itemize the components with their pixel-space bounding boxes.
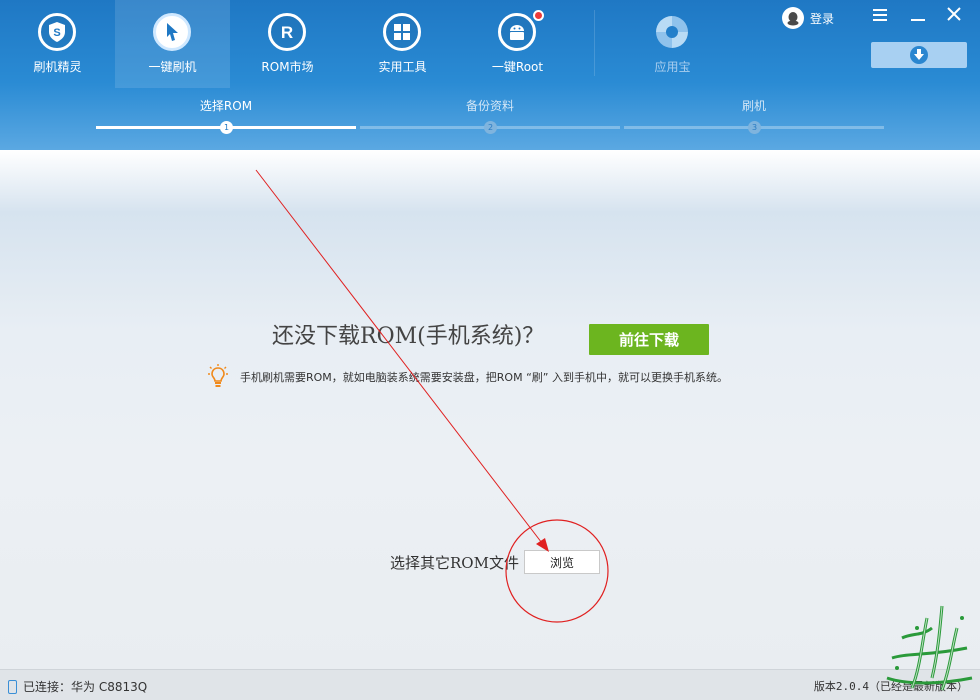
tip-text: 手机刷机需要ROM，就如电脑装系统需要安装盘，把ROM “刷” 入到手机中，就可… [240, 371, 728, 384]
nav-item-shuajijingling[interactable]: S 刷机精灵 [0, 0, 115, 88]
app-label: 应用宝 [654, 60, 691, 74]
main-content [0, 150, 980, 669]
step-label: 选择ROM [199, 99, 253, 113]
phone-icon [8, 679, 17, 694]
progress-steps: 选择ROM 1 备份资料 2 刷机 3 [96, 95, 884, 135]
login-label: 登录 [810, 11, 835, 26]
step-number: 1 [220, 121, 233, 134]
login-link[interactable]: 登录 [782, 7, 834, 29]
close-button[interactable] [944, 6, 964, 26]
nav-label: ROM市场 [261, 60, 314, 74]
cursor-icon [153, 13, 191, 51]
shield-s-icon: S [38, 13, 76, 51]
nav-label: 刷机精灵 [33, 60, 82, 74]
nav-label: 实用工具 [378, 60, 427, 74]
download-manager-button[interactable] [871, 42, 967, 68]
step-number: 3 [748, 121, 761, 134]
nav-label: 一键刷机 [148, 60, 197, 74]
main-nav: S 刷机精灵 一键刷机 R ROM市场 实用工具 一键Root [0, 0, 575, 88]
browse-label: 选择其它ROM文件 [390, 554, 519, 572]
svg-text:S: S [53, 27, 60, 39]
nav-item-yijianshuaji[interactable]: 一键刷机 [115, 0, 230, 88]
minimize-button[interactable] [908, 6, 928, 26]
connection-status: 已连接：华为 C8813Q [8, 678, 147, 695]
go-download-button[interactable]: 前往下载 [589, 324, 709, 355]
nav-item-yingyongbao[interactable]: 应用宝 [640, 0, 705, 88]
yingyongbao-logo-icon [654, 14, 690, 50]
close-icon [947, 7, 961, 21]
lightbulb-icon [205, 363, 231, 389]
nav-item-tools[interactable]: 实用工具 [345, 0, 460, 88]
connection-text: 已连接：华为 C8813Q [23, 680, 148, 694]
nav-item-root[interactable]: 一键Root [460, 0, 575, 88]
r-letter-icon: R [268, 13, 306, 51]
nav-label: 一键Root [491, 60, 544, 74]
notification-badge [533, 10, 544, 21]
download-icon [910, 46, 928, 64]
minimize-icon [911, 19, 925, 21]
nav-divider [594, 10, 595, 76]
step-select-rom[interactable]: 选择ROM 1 [96, 95, 356, 135]
step-label: 备份资料 [465, 99, 514, 113]
grid-icon [383, 13, 421, 51]
android-icon [498, 13, 536, 51]
step-backup[interactable]: 备份资料 2 [360, 95, 620, 135]
page-headline: 还没下载ROM(手机系统)？ [272, 324, 545, 349]
svg-text:R: R [281, 23, 293, 42]
qq-avatar-icon [782, 7, 804, 29]
calligraphy-watermark [886, 605, 973, 691]
menu-button[interactable] [870, 6, 890, 26]
step-label: 刷机 [741, 99, 766, 113]
browse-button[interactable]: 浏览 [524, 550, 600, 574]
status-bar: 已连接：华为 C8813Q 版本2.0.4（已经是最新版本） [0, 669, 980, 700]
menu-icon [873, 9, 887, 21]
step-number: 2 [484, 121, 497, 134]
top-header: S 刷机精灵 一键刷机 R ROM市场 实用工具 一键Root 应用宝 登录 选… [0, 0, 980, 150]
step-flash[interactable]: 刷机 3 [624, 95, 884, 135]
nav-item-rom-market[interactable]: R ROM市场 [230, 0, 345, 88]
